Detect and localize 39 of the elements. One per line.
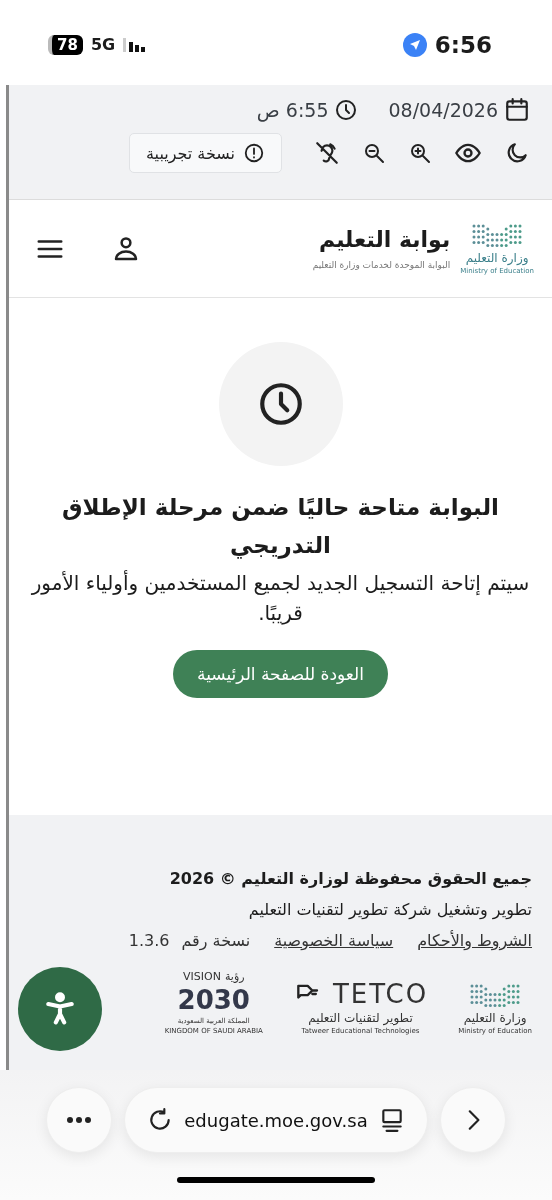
beta-version-button[interactable]: نسخة تجريبية bbox=[129, 133, 282, 173]
more-icon bbox=[66, 1116, 92, 1124]
url-text: edugate.moe.gov.sa bbox=[184, 1109, 368, 1131]
info-icon bbox=[243, 142, 265, 164]
zoom-in-icon[interactable] bbox=[408, 141, 432, 165]
address-bar[interactable]: edugate.moe.gov.sa bbox=[124, 1087, 428, 1153]
portal-title: بوابة التعليم bbox=[317, 227, 451, 252]
footer-link[interactable]: سياسة الخصوصية bbox=[274, 931, 394, 950]
logo-text: رؤية bbox=[224, 970, 245, 983]
logo-text: VISION bbox=[183, 970, 221, 983]
clock-icon bbox=[334, 98, 359, 122]
notice-heading: البوابة متاحة حاليًا ضمن مرحلة الإطلاق التدريجي bbox=[61, 493, 500, 561]
signal-icon bbox=[123, 36, 148, 53]
logo-text: 2030 bbox=[177, 985, 250, 1015]
calendar-icon bbox=[504, 97, 530, 123]
footer-link[interactable]: الشروط والأحكام bbox=[417, 931, 532, 950]
ministry-logo-icon bbox=[469, 983, 522, 1009]
version-number: 1.3.6 bbox=[128, 931, 170, 950]
developer-text: تطوير وتشغيل شركة تطوير لتقنيات التعليم bbox=[247, 900, 532, 919]
logo-text: وزارة التعليم bbox=[463, 1011, 527, 1025]
battery-level: 78 bbox=[48, 34, 83, 55]
reader-icon[interactable] bbox=[379, 1107, 405, 1133]
logo-text: وزارة التعليم bbox=[465, 250, 529, 265]
logo-text: تطوير لتقنيات التعليم bbox=[308, 1011, 413, 1025]
date-text: 08/04/2026 bbox=[388, 99, 498, 121]
network-type: 5G bbox=[90, 35, 116, 54]
back-home-button[interactable]: العودة للصفحة الرئيسية bbox=[173, 650, 388, 698]
reload-icon[interactable] bbox=[147, 1107, 173, 1133]
logo-text: TETCO bbox=[332, 979, 429, 1009]
copyright-text: جميع الحقوق محفوظة لوزارة التعليم © 2026 bbox=[168, 869, 532, 888]
version-label: نسخة رقم bbox=[181, 931, 251, 950]
notice-message: سيتم إتاحة التسجيل الجديد لجميع المستخدمين وأولياء الأمور قريبًا. bbox=[30, 569, 531, 627]
portal-subtitle: البوابة الموحدة لخدمات وزارة التعليم bbox=[312, 260, 451, 270]
location-icon bbox=[402, 32, 427, 57]
ministry-logo-icon bbox=[471, 222, 524, 249]
ear-off-icon[interactable] bbox=[314, 140, 340, 166]
status-time: 6:56 bbox=[434, 31, 492, 58]
zoom-out-icon[interactable] bbox=[362, 141, 386, 165]
time-text: 6:55 ص bbox=[256, 99, 329, 121]
